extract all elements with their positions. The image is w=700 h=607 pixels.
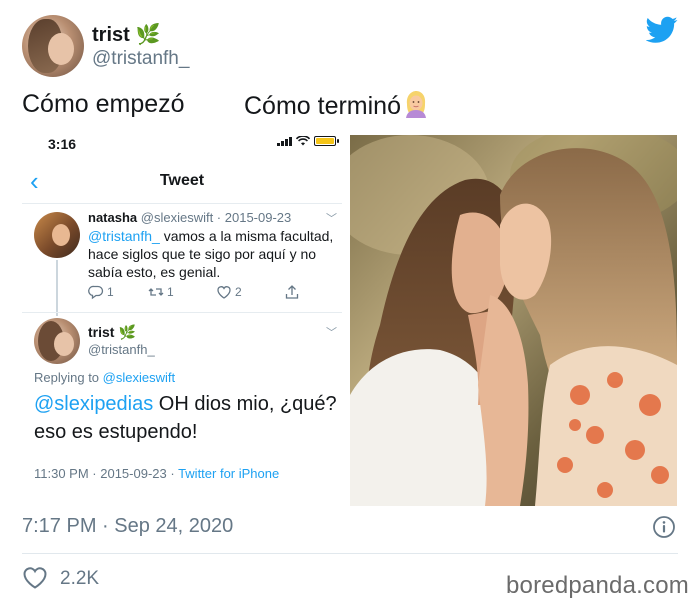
tweet-navbar: ‹ Tweet	[22, 160, 342, 204]
signal-icon	[277, 136, 292, 146]
caption-end-text: Cómo terminó	[244, 92, 401, 120]
nav-title: Tweet	[159, 172, 205, 189]
tweet2-source-link[interactable]: Twitter for iPhone	[178, 466, 279, 481]
watermark: boredpanda.com	[506, 572, 689, 599]
info-icon[interactable]	[652, 515, 676, 539]
reply-count: 1	[107, 285, 114, 299]
reply-button[interactable]: 1	[88, 284, 114, 300]
tweet2-timestamp: 11:30 PM · 2015-09-23 · Twitter for iPho…	[34, 466, 279, 481]
like-button[interactable]: 2	[216, 284, 242, 300]
footer-divider	[22, 553, 678, 554]
author-name-text: trist	[92, 24, 130, 46]
chevron-down-icon[interactable]: ﹀	[326, 210, 337, 226]
tweet1-mention[interactable]: @tristanfh_	[88, 228, 160, 244]
woman-emoji-icon	[406, 91, 426, 118]
wifi-icon	[296, 136, 310, 146]
retweet-button[interactable]: 1	[148, 284, 174, 300]
heart-icon	[217, 286, 231, 299]
like-count: 2.2K	[60, 568, 100, 589]
tweet2-mention[interactable]: @slexipedias	[34, 393, 153, 415]
author-handle[interactable]: @tristanfh_	[92, 48, 189, 70]
heart-icon[interactable]	[22, 566, 48, 590]
couple-photo[interactable]	[350, 135, 677, 506]
tweet2-name-text: trist	[88, 324, 115, 340]
tweet2-time: 11:30 PM · 2015-09-23 ·	[34, 466, 179, 481]
tweet2-text: @slexipedias OH dios mio, ¿qué? eso es e…	[34, 390, 339, 446]
share-button[interactable]	[284, 284, 300, 300]
caption-start: Cómo empezó	[22, 90, 185, 118]
herb-emoji: 🌿	[118, 324, 136, 340]
tweet1-text: @tristanfh_ vamos a la misma facultad, h…	[88, 227, 340, 281]
replying-handle[interactable]: @slexieswift	[103, 370, 175, 385]
author-avatar[interactable]	[22, 15, 84, 77]
battery-icon	[314, 136, 339, 146]
trist-avatar[interactable]	[34, 318, 80, 364]
chevron-down-icon[interactable]: ﹀	[326, 324, 337, 340]
author-name[interactable]: trist 🌿	[92, 22, 161, 47]
tweet-screenshot: 3:16 ‹ Tweet natasha @slexieswift · 2015…	[22, 130, 342, 490]
post-timestamp[interactable]: 7:17 PM · Sep 24, 2020	[22, 515, 233, 538]
tweet1-meta: @slexieswift · 2015-09-23	[140, 210, 292, 225]
tweet1-header: natasha @slexieswift · 2015-09-23	[88, 210, 291, 225]
tweet2-handle[interactable]: @tristanfh_	[88, 342, 155, 357]
tweet2-name[interactable]: trist 🌿	[88, 324, 136, 341]
retweet-count: 1	[167, 285, 174, 299]
thread-line	[56, 260, 58, 316]
reply-icon	[88, 285, 104, 300]
natasha-avatar[interactable]	[34, 212, 80, 258]
status-icons	[277, 136, 339, 146]
status-time: 3:16	[48, 136, 77, 152]
share-icon	[285, 285, 299, 299]
replying-label: Replying to	[34, 370, 103, 385]
herb-emoji: 🌿	[135, 24, 161, 46]
replying-to: Replying to @slexieswift	[34, 370, 175, 385]
caption-end: Cómo terminó	[244, 90, 429, 121]
tweet-card: trist 🌿 @tristanfh_ Cómo empezó Cómo term…	[0, 0, 700, 607]
twitter-bird-icon[interactable]	[646, 16, 678, 44]
tweet1-actions: 1 1 2	[88, 284, 308, 302]
tweet-divider	[22, 312, 342, 313]
retweet-icon	[148, 288, 164, 296]
like-count: 2	[235, 285, 242, 299]
tweet1-name[interactable]: natasha	[88, 210, 137, 225]
